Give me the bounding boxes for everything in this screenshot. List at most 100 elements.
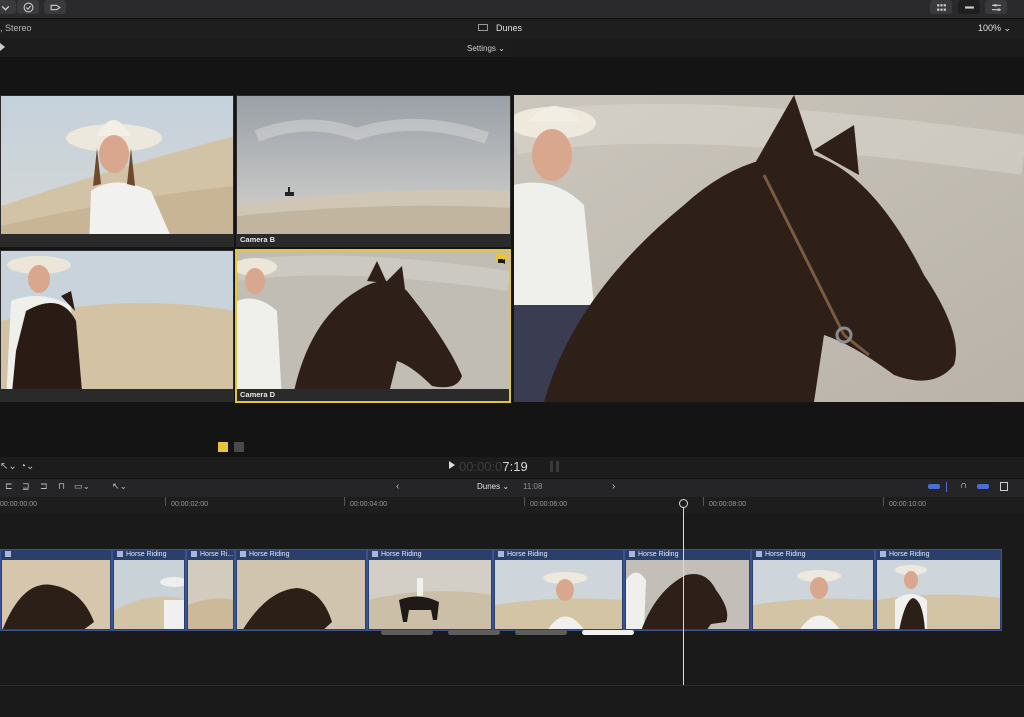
- angle-camera-b[interactable]: Camera B: [236, 95, 511, 247]
- ruler-mark: [344, 497, 345, 506]
- main-viewer[interactable]: [514, 95, 1024, 402]
- menu-button[interactable]: [0, 0, 16, 14]
- clip-thumbnail: [495, 560, 622, 629]
- clip-title: Horse Ri...: [187, 550, 234, 560]
- timeline-toggle-button[interactable]: [958, 0, 980, 14]
- project-title: Dunes: [496, 23, 523, 33]
- clip-title: Horse Riding: [236, 550, 366, 560]
- timeline-clip[interactable]: Horse Riding: [235, 549, 367, 631]
- chevron-down-icon: [1, 5, 9, 11]
- timeline-clip[interactable]: Horse Riding: [624, 549, 751, 631]
- timeline-clip[interactable]: Horse Riding: [875, 549, 1002, 631]
- camera-b-image: [237, 96, 510, 246]
- clip-title: Horse Riding: [113, 550, 185, 560]
- timeline-project-dropdown[interactable]: Dunes ⌄: [477, 482, 509, 491]
- clip-thumbnail: [369, 560, 491, 629]
- clip-title: [1, 550, 111, 560]
- browser-toggle-button[interactable]: [930, 0, 952, 14]
- insert-clip-icon[interactable]: ⊒: [22, 481, 30, 492]
- clip-thumbnail: [114, 560, 184, 629]
- angle-1-image: [1, 96, 233, 246]
- clip-title: Horse Riding: [625, 550, 750, 560]
- clip-appearance-icon[interactable]: [1000, 482, 1008, 491]
- timeline-divider: [0, 685, 1024, 686]
- edit-mode-dropdown[interactable]: ▭⌄: [74, 481, 90, 492]
- audio-only-switch-icon[interactable]: [234, 442, 244, 452]
- active-video-audio-icon: [496, 253, 507, 264]
- ruler-tick-5: 00:00:10:00: [889, 501, 926, 508]
- sliders-icon: [991, 3, 1001, 11]
- clip-title: Horse Riding: [494, 550, 623, 560]
- zoom-dropdown[interactable]: 100% ⌄: [978, 23, 1011, 34]
- clip-thumbnail: [877, 560, 1000, 629]
- back-arrow-icon[interactable]: ‹: [396, 481, 399, 492]
- ruler-mark: [165, 497, 166, 506]
- skimming-icon[interactable]: [928, 484, 940, 489]
- timeline-clip[interactable]: Horse Riding: [112, 549, 186, 631]
- playhead-handle[interactable]: [679, 499, 688, 508]
- ruler-mark: [883, 497, 884, 506]
- grid-icon: [936, 3, 946, 11]
- angle-3[interactable]: [0, 250, 234, 402]
- arrow-tool-dropdown[interactable]: ↖⌄: [112, 481, 127, 492]
- timeline-clip[interactable]: Horse Ri...: [186, 549, 235, 631]
- forward-arrow-icon[interactable]: ›: [612, 481, 615, 492]
- append-clip-icon[interactable]: ⊏: [5, 481, 13, 492]
- timeline-clip[interactable]: [0, 549, 112, 631]
- timecode-display[interactable]: 00:00:07:19: [459, 459, 528, 474]
- playhead[interactable]: [683, 499, 684, 685]
- timecode-dim: 00:00:0: [459, 459, 503, 474]
- timeline-clip[interactable]: Horse Riding: [367, 549, 493, 631]
- main-viewer-image: [514, 95, 1024, 402]
- clip-title: Horse Riding: [876, 550, 1001, 560]
- play-icon[interactable]: [0, 43, 5, 51]
- video-audio-switch-icon[interactable]: [218, 442, 228, 452]
- timeline-clip[interactable]: Horse Riding: [493, 549, 624, 631]
- overwrite-clip-icon[interactable]: ⊓: [58, 481, 65, 492]
- chevron-down-icon: ⌄: [1003, 23, 1012, 33]
- top-toolbar: [0, 0, 1024, 19]
- zoom-value: 100%: [978, 23, 1002, 33]
- camera-b-label: Camera B: [237, 234, 510, 246]
- ruler-tick-3: 00:00:06:00: [530, 501, 567, 508]
- timeline-ruler[interactable]: 00:00:00:00 00:00:02:00 00:00:04:00 00:0…: [0, 497, 1024, 513]
- project-icon: [478, 24, 488, 31]
- clip-title: Horse Riding: [368, 550, 492, 560]
- clip-thumbnail: [626, 560, 749, 629]
- angle-indicator: [381, 630, 433, 635]
- camera-d-image: [237, 251, 509, 401]
- keyword-button[interactable]: [44, 0, 66, 14]
- camera-d-label: Camera D: [237, 389, 509, 401]
- snapping-icon[interactable]: [946, 482, 947, 492]
- audio-meter-right: [556, 461, 559, 472]
- speed-icon[interactable]: ◔⌄: [20, 461, 34, 472]
- angle-3-image: [1, 251, 233, 401]
- angle-indicator-active: [582, 630, 634, 635]
- ruler-tick-0: 00:00:00:00: [0, 501, 37, 508]
- ruler-tick-1: 00:00:02:00: [171, 501, 208, 508]
- settings-label: Settings: [467, 44, 496, 53]
- headphones-icon[interactable]: ∩: [960, 480, 967, 491]
- ruler-mark: [524, 497, 525, 506]
- connect-clip-icon[interactable]: ⊐: [40, 481, 48, 492]
- play-icon[interactable]: [449, 461, 455, 469]
- ruler-tick-4: 00:00:08:00: [709, 501, 746, 508]
- clip-thumbnail: [188, 560, 233, 629]
- timeline-clip[interactable]: Horse Riding: [751, 549, 875, 631]
- tag-icon: [50, 4, 61, 10]
- audio-format-label: , Stereo: [0, 23, 32, 33]
- background-tasks-button[interactable]: [17, 0, 39, 14]
- inspector-toggle-button[interactable]: [985, 0, 1007, 14]
- clip-thumbnail: [753, 560, 873, 629]
- angle-camera-d[interactable]: Camera D: [235, 249, 511, 403]
- settings-dropdown[interactable]: Settings ⌄: [467, 44, 505, 53]
- ruler-mark: [703, 497, 704, 506]
- select-tool-icon[interactable]: ↖⌄: [0, 461, 17, 472]
- solo-icon[interactable]: [977, 484, 989, 489]
- angle-indicator: [448, 630, 500, 635]
- ruler-tick-2: 00:00:04:00: [350, 501, 387, 508]
- angle-3-label: [1, 389, 233, 401]
- timeline-duration: 11:08: [523, 482, 543, 491]
- angle-1[interactable]: [0, 95, 234, 247]
- timeline-header: ⊏ ⊒ ⊐ ⊓ ▭⌄ ↖⌄ ‹ Dunes ⌄ 11:08 › ∩: [0, 478, 1024, 498]
